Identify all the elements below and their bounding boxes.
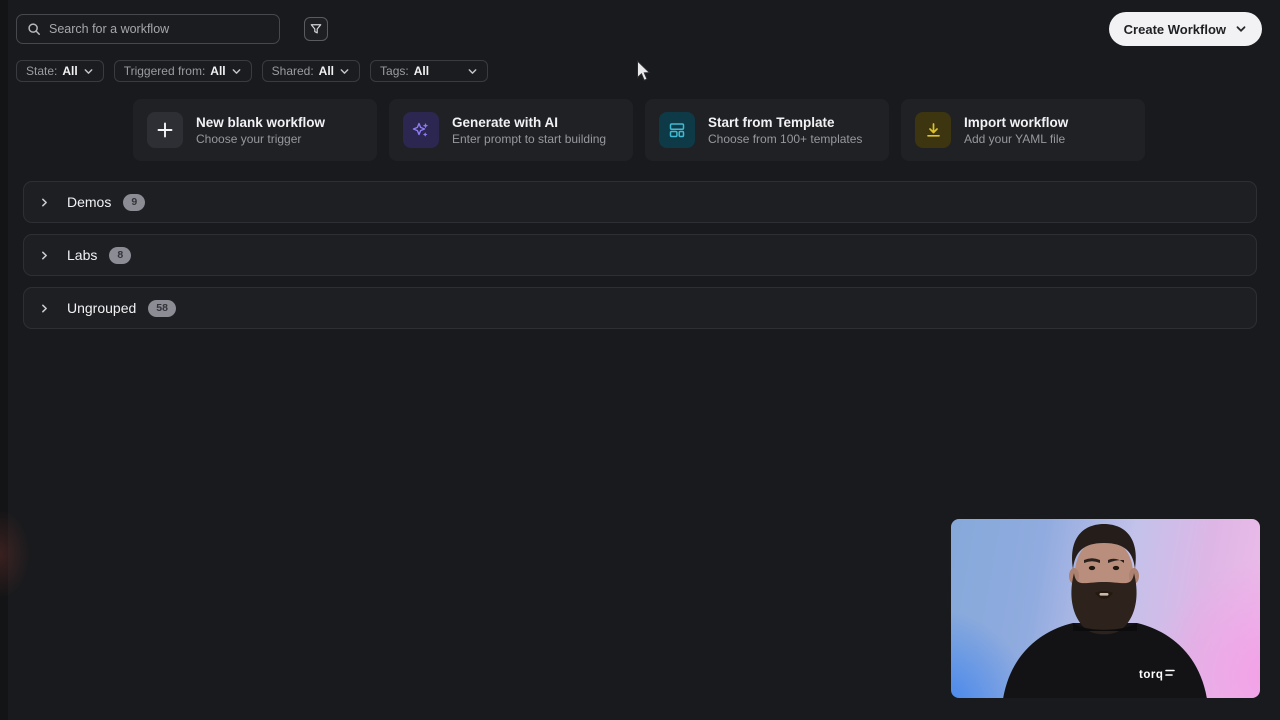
filter-value: All (319, 64, 334, 78)
chevron-down-icon (467, 66, 478, 77)
card-subtitle: Add your YAML file (964, 132, 1068, 147)
card-title: Import workflow (964, 114, 1068, 131)
search-input[interactable] (49, 22, 269, 36)
funnel-icon (310, 23, 322, 35)
generate-with-ai-card[interactable]: Generate with AI Enter prompt to start b… (389, 99, 633, 161)
card-subtitle: Enter prompt to start building (452, 132, 606, 147)
plus-icon (147, 112, 183, 148)
create-workflow-label: Create Workflow (1124, 22, 1226, 37)
chevron-down-icon (1235, 23, 1247, 35)
create-workflow-button[interactable]: Create Workflow (1109, 12, 1262, 46)
card-subtitle: Choose from 100+ templates (708, 132, 862, 147)
chevron-right-icon[interactable] (39, 197, 50, 208)
group-row-labs[interactable]: Labs 8 (23, 234, 1257, 276)
filter-value: All (210, 64, 225, 78)
chevron-down-icon (231, 66, 242, 77)
group-count-badge: 9 (123, 194, 145, 211)
window-edge-strip (0, 0, 8, 720)
filter-button[interactable] (304, 17, 328, 41)
card-subtitle: Choose your trigger (196, 132, 325, 147)
card-title: New blank workflow (196, 114, 325, 131)
card-title: Start from Template (708, 114, 862, 131)
filter-triggered-from-dropdown[interactable]: Triggered from: All (114, 60, 252, 82)
filter-value: All (62, 64, 77, 78)
filter-label: Triggered from: (124, 64, 206, 78)
import-icon (915, 112, 951, 148)
torq-shirt-logo: torq (1139, 669, 1163, 681)
mouse-cursor (636, 60, 651, 82)
new-blank-workflow-card[interactable]: New blank workflow Choose your trigger (133, 99, 377, 161)
start-from-template-card[interactable]: Start from Template Choose from 100+ tem… (645, 99, 889, 161)
template-icon (659, 112, 695, 148)
card-title: Generate with AI (452, 114, 606, 131)
filter-shared-dropdown[interactable]: Shared: All (262, 60, 360, 82)
group-count-badge: 8 (109, 247, 131, 264)
search-icon (27, 22, 41, 36)
filter-label: Shared: (272, 64, 314, 78)
group-row-demos[interactable]: Demos 9 (23, 181, 1257, 223)
left-edge-artifact (0, 512, 34, 596)
group-name: Ungrouped (67, 300, 136, 316)
presenter-illustration: torq (951, 519, 1260, 698)
import-workflow-card[interactable]: Import workflow Add your YAML file (901, 99, 1145, 161)
chevron-right-icon[interactable] (39, 250, 50, 261)
quick-actions-row: New blank workflow Choose your trigger G… (133, 99, 1145, 161)
filter-value: All (414, 64, 429, 78)
filter-state-dropdown[interactable]: State: All (16, 60, 104, 82)
group-row-ungrouped[interactable]: Ungrouped 58 (23, 287, 1257, 329)
filter-label: Tags: (380, 64, 409, 78)
filter-chips-row: State: All Triggered from: All Shared: A… (16, 60, 488, 82)
workflows-page: Create Workflow State: All Triggered fro… (0, 0, 1280, 720)
search-input-wrapper (16, 14, 280, 44)
filter-tags-dropdown[interactable]: Tags: All (370, 60, 488, 82)
chevron-down-icon (83, 66, 94, 77)
filter-label: State: (26, 64, 57, 78)
chevron-down-icon (339, 66, 350, 77)
group-count-badge: 58 (148, 300, 176, 317)
presenter-video-overlay[interactable]: torq (951, 519, 1260, 698)
workflow-groups-list: Demos 9 Labs 8 Ungrouped 58 (23, 181, 1257, 329)
sparkles-icon (403, 112, 439, 148)
chevron-right-icon[interactable] (39, 303, 50, 314)
group-name: Labs (67, 247, 97, 263)
group-name: Demos (67, 194, 111, 210)
